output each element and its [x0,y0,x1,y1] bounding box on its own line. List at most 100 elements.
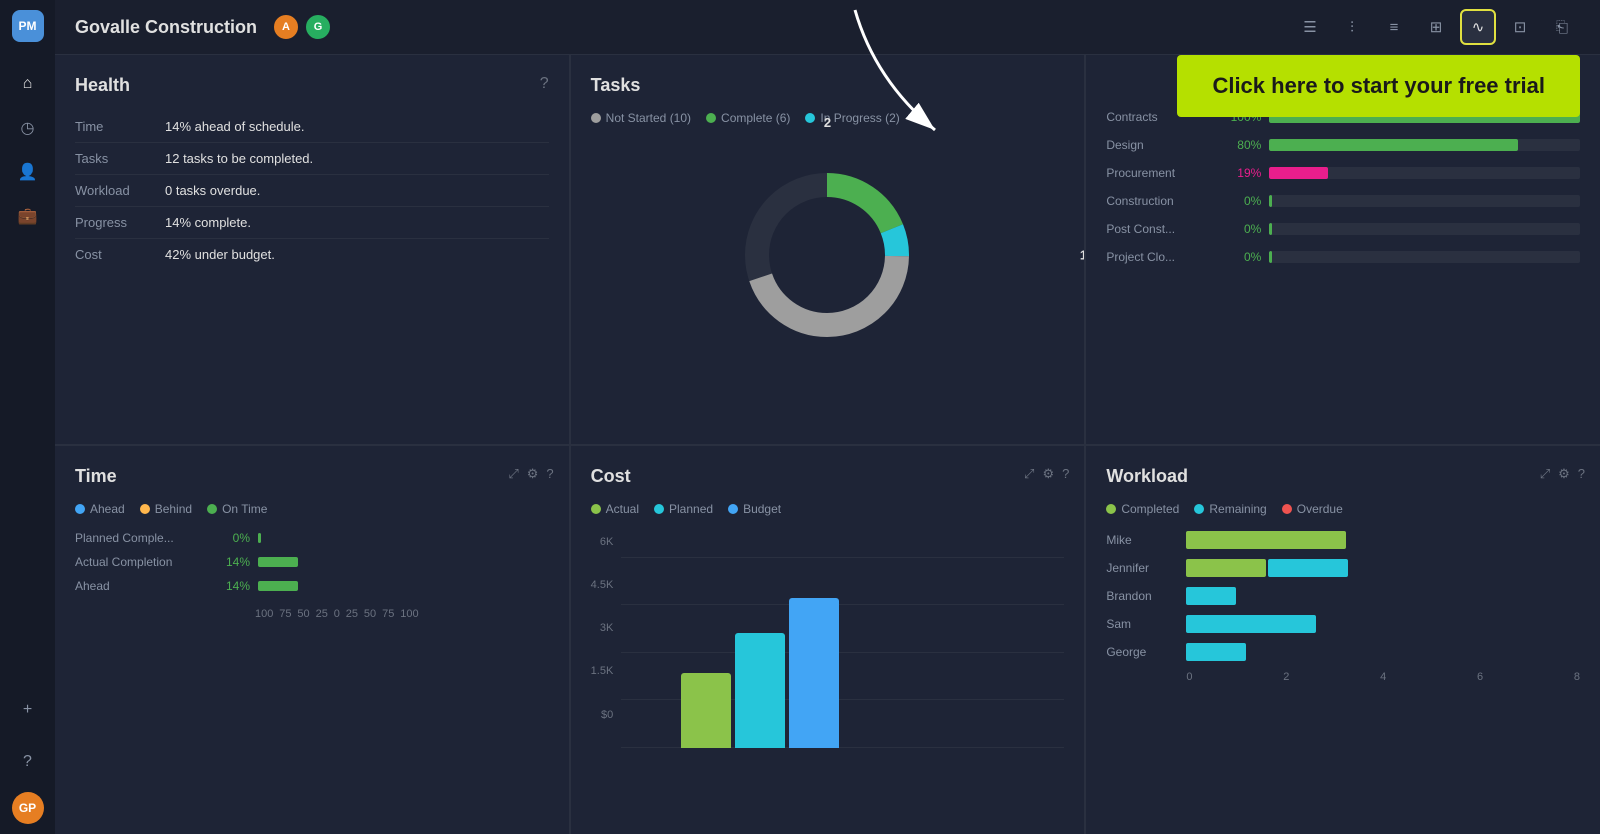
toolbar-list-btn[interactable]: ☰ [1292,9,1328,45]
legend-dot-in-progress [805,113,815,123]
toolbar-file-btn[interactable]: ⎗ [1544,9,1580,45]
sidebar-item-help[interactable]: ? [10,744,46,780]
time-bar-row-ahead: Ahead 14% [75,579,549,593]
workload-bars-mike [1186,531,1580,549]
cost-gear-icon[interactable]: ⚙ [1042,466,1054,482]
time-bar-pct-planned: 0% [205,531,250,545]
time-dot-on-time [207,504,217,514]
bar-row-construction: Construction 0% [1106,194,1580,208]
time-gear-icon[interactable]: ⚙ [527,466,539,482]
workload-gear-icon[interactable]: ⚙ [1558,466,1570,482]
workload-row-brandon: Brandon [1106,587,1580,605]
workload-bars-sam [1186,615,1580,633]
header-avatars: A G [272,13,332,41]
workload-bar-brandon-remaining [1186,587,1236,605]
cost-help-icon[interactable]: ? [1062,466,1069,482]
time-bar-container-planned [258,533,549,543]
health-label-workload: Workload [75,183,165,198]
sidebar-user-avatar[interactable]: GP [12,792,44,824]
workload-axis: 0 2 4 6 8 [1106,671,1580,683]
workload-name-brandon: Brandon [1106,589,1186,603]
workload-row-jennifer: Jennifer [1106,559,1580,577]
time-bars-list: Planned Comple... 0% Actual Completion 1… [75,531,549,593]
bar-fill-procurement [1269,167,1328,179]
bar-row-design: Design 80% [1106,138,1580,152]
health-label-cost: Cost [75,247,165,262]
health-label-progress: Progress [75,215,165,230]
legend-dot-not-started [591,113,601,123]
cost-y-axis: 6K 4.5K 3K 1.5K $0 [591,531,614,721]
cost-expand-icon[interactable]: ⤢ [1024,466,1034,482]
workload-bar-jennifer-completed [1186,559,1266,577]
cost-bars-area [621,558,1064,748]
donut-label-top: 2 [824,115,831,130]
workload-name-mike: Mike [1106,533,1186,547]
workload-axis-4: 4 [1380,671,1386,683]
workload-help-icon[interactable]: ? [1578,466,1585,482]
cost-bars-wrapper [621,531,1064,751]
sidebar-item-users[interactable]: 👤 [10,154,46,190]
toolbar-grid-btn[interactable]: ⊞ [1418,9,1454,45]
workload-name-george: George [1106,645,1186,659]
workload-title: Workload [1106,466,1580,487]
legend-label-complete: Complete (6) [721,111,790,125]
workload-expand-icon[interactable]: ⤢ [1540,466,1550,482]
time-help-icon[interactable]: ? [546,466,553,482]
legend-dot-complete [706,113,716,123]
sidebar-item-clock[interactable]: ◷ [10,110,46,146]
cost-legend-label-budget: Budget [743,502,781,516]
bar-pct-design: 80% [1216,138,1261,152]
sidebar-item-home[interactable]: ⌂ [10,66,46,102]
toolbar-calendar-btn[interactable]: ⊡ [1502,9,1538,45]
time-axis-75r: 75 [382,608,394,620]
page-title: Govalle Construction [75,17,257,38]
app-logo[interactable]: PM [12,10,44,42]
main-grid: Health ? Time 14% ahead of schedule. Tas… [55,55,1600,834]
tasks-donut-container: 2 6 10 [591,135,1065,375]
toolbar-rows-btn[interactable]: ≡ [1376,9,1412,45]
legend-in-progress: In Progress (2) [805,111,899,125]
workload-axis-8: 8 [1574,671,1580,683]
cost-legend-label-actual: Actual [606,502,639,516]
health-row-progress: Progress 14% complete. [75,207,549,239]
workload-legend-overdue: Overdue [1282,502,1343,516]
cost-legend: Actual Planned Budget [591,502,1065,516]
time-bar-pct-actual: 14% [205,555,250,569]
time-panel-icons: ⤢ ⚙ ? [508,466,553,482]
legend-complete: Complete (6) [706,111,790,125]
free-trial-banner[interactable]: Click here to start your free trial [1177,55,1580,117]
toolbar-columns-btn[interactable]: ⫶ [1334,9,1370,45]
bar-pct-procurement: 19% [1216,166,1261,180]
time-expand-icon[interactable]: ⤢ [508,466,518,482]
cost-bar-budget [789,598,839,748]
workload-dot-remaining [1194,504,1204,514]
time-legend-on-time: On Time [207,502,267,516]
sidebar-item-briefcase[interactable]: 💼 [10,198,46,234]
health-help-icon[interactable]: ? [540,75,549,93]
sidebar: PM ⌂ ◷ 👤 💼 + ? GP [0,0,55,834]
donut-svg [727,155,927,355]
bar-pct-project-clo: 0% [1216,250,1261,264]
time-axis-100r: 100 [400,608,418,620]
workload-bar-jennifer-remaining [1268,559,1348,577]
bar-row-post-const: Post Const... 0% [1106,222,1580,236]
health-value-tasks: 12 tasks to be completed. [165,151,313,166]
workload-axis-0: 0 [1186,671,1192,683]
toolbar-chart-btn[interactable]: ∿ [1460,9,1496,45]
bar-label-post-const: Post Const... [1106,222,1216,236]
time-legend: Ahead Behind On Time [75,502,549,516]
time-bar-fill-planned [258,533,261,543]
time-axis-0: 0 [334,608,340,620]
workload-row-mike: Mike [1106,531,1580,549]
workload-dot-completed [1106,504,1116,514]
health-value-cost: 42% under budget. [165,247,275,262]
cost-y-0: $0 [591,709,614,721]
bar-label-project-clo: Project Clo... [1106,250,1216,264]
time-legend-behind: Behind [140,502,192,516]
tasks-bars-list: Contracts 100% Design 80% Procurement 19… [1106,110,1580,264]
workload-dot-overdue [1282,504,1292,514]
bar-track-project-clo [1269,251,1580,263]
time-bar-row-planned: Planned Comple... 0% [75,531,549,545]
sidebar-item-add[interactable]: + [10,692,46,728]
workload-panel: Workload ⤢ ⚙ ? Completed Remaining Overd… [1086,446,1600,834]
